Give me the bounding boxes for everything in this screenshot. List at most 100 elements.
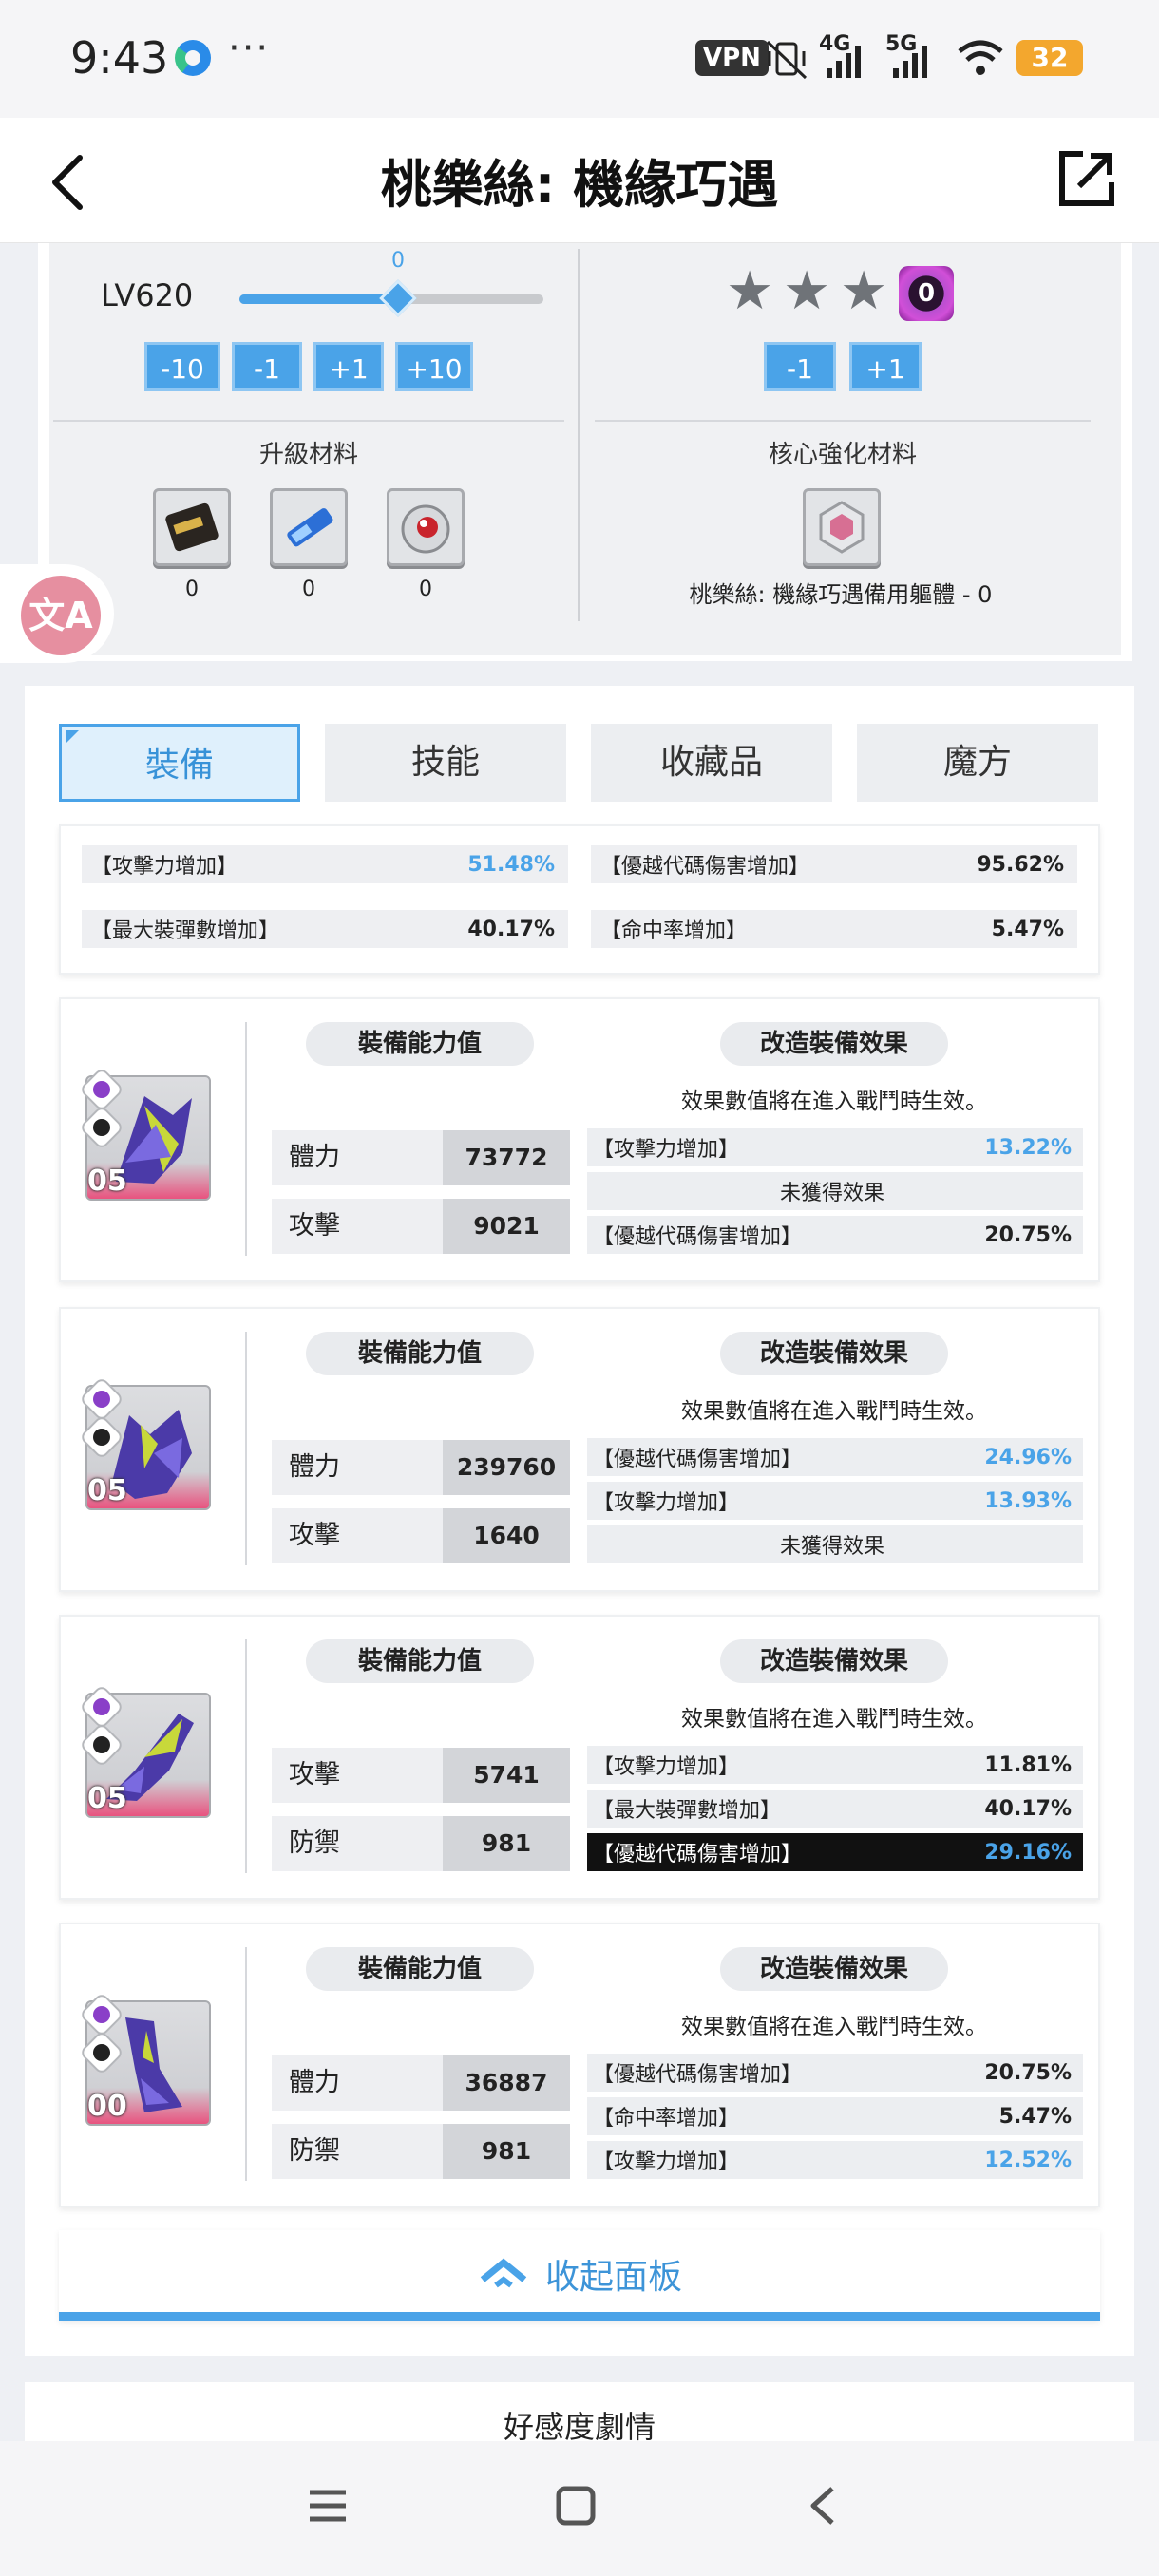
collapse-bar-underline [59, 2312, 1100, 2321]
ability-header: 裝備能力值 [306, 1639, 534, 1683]
ability-label: 攻擊 [272, 1748, 443, 1803]
core-star-icon: ★ [840, 260, 888, 322]
data-drive-material-icon[interactable] [270, 488, 348, 566]
tab-collectibles[interactable]: 收藏品 [591, 724, 832, 802]
effect-label: 【命中率增加】 [593, 2107, 740, 2131]
signal-5g-icon [893, 46, 927, 78]
tab-skills[interactable]: 技能 [325, 724, 566, 802]
translate-icon[interactable]: 文A [21, 576, 101, 655]
vpn-icon: VPN [695, 40, 769, 76]
tab-cube[interactable]: 魔方 [857, 724, 1098, 802]
effect-row-empty: 未獲得效果 [587, 1172, 1083, 1210]
level-minus-10-button[interactable]: -10 [144, 342, 220, 391]
ability-value: 36887 [443, 2055, 570, 2111]
upgrade-materials-title: 升級材料 [258, 441, 358, 469]
red-core-material-icon[interactable] [387, 488, 465, 566]
class-dot-icon [93, 1119, 110, 1136]
effect-row: 【攻擊力增加】 13.93% [587, 1482, 1083, 1520]
ability-value: 9021 [443, 1199, 570, 1254]
rarity-dot-icon [93, 1081, 110, 1098]
effect-value: 20.75% [984, 1222, 1072, 1247]
level-plus-10-button[interactable]: +10 [395, 342, 473, 391]
rarity-dot-icon [93, 1391, 110, 1408]
equipment-level: 05 [87, 1165, 127, 1198]
effect-header: 改造裝備效果 [720, 1022, 948, 1066]
effect-label: 【最大裝彈數增加】 [593, 1799, 782, 1823]
equipment-level: 05 [87, 1474, 127, 1507]
ability-value: 5741 [443, 1748, 570, 1803]
effect-row: 【優越代碼傷害增加】 20.75% [587, 2054, 1083, 2092]
effect-row: 【命中率增加】 5.47% [587, 2097, 1083, 2135]
effect-label: 【優越代碼傷害增加】 [593, 2063, 803, 2087]
status-time: 9:43 [70, 32, 169, 84]
wifi-icon [958, 40, 1003, 75]
ability-label: 防禦 [272, 2124, 443, 2179]
spare-body-icon[interactable] [803, 488, 881, 566]
divider [245, 1639, 247, 1873]
effect-label: 【攻擊力增加】 [593, 1491, 740, 1515]
page-title: 桃樂絲: 機緣巧遇 [380, 155, 779, 215]
effect-value: 13.22% [984, 1135, 1072, 1160]
effect-value: 13.93% [984, 1488, 1072, 1513]
system-back-button[interactable] [804, 2483, 842, 2529]
core-plus-1-button[interactable]: +1 [849, 342, 922, 391]
effect-row: 【優越代碼傷害增加】 20.75% [587, 1216, 1083, 1254]
summary-label: 【優越代碼傷害增加】 [600, 855, 810, 879]
ability-label: 攻擊 [272, 1199, 443, 1254]
material-count: 0 [185, 578, 199, 601]
summary-label: 【最大裝彈數增加】 [91, 919, 280, 943]
summary-value: 5.47% [991, 917, 1064, 941]
effect-label: 【攻擊力增加】 [593, 2150, 740, 2174]
more-notifications-icon: ··· [228, 27, 271, 70]
scroll-material-icon[interactable] [153, 488, 231, 566]
summary-label: 【命中率增加】 [600, 919, 748, 943]
class-dot-icon [93, 2044, 110, 2061]
effect-value: 12.52% [984, 2148, 1072, 2172]
ability-header: 裝備能力值 [306, 1947, 534, 1991]
effect-hint: 效果數值將在進入戰鬥時生效。 [681, 1399, 987, 1424]
effect-header: 改造裝備效果 [720, 1332, 948, 1375]
edge-browser-icon [175, 40, 211, 76]
effect-row: 【攻擊力增加】 12.52% [587, 2141, 1083, 2179]
summary-row: 【最大裝彈數增加】 40.17% [82, 910, 568, 948]
effect-row-empty: 未獲得效果 [587, 1525, 1083, 1563]
summary-value: 51.48% [467, 852, 555, 877]
ability-header: 裝備能力值 [306, 1022, 534, 1066]
effect-row: 【最大裝彈數增加】 40.17% [587, 1790, 1083, 1828]
home-button[interactable] [555, 2485, 597, 2527]
effect-value: 5.47% [998, 2104, 1072, 2129]
share-button[interactable] [1056, 148, 1117, 209]
effect-row: 【優越代碼傷害增加】 24.96% [587, 1438, 1083, 1476]
panel-edge-right [1121, 243, 1132, 661]
level-minus-1-button[interactable]: -1 [232, 342, 302, 391]
summary-value: 95.62% [977, 852, 1064, 877]
summary-row: 【優越代碼傷害增加】 95.62% [591, 845, 1077, 883]
battery-icon: 32 [1016, 40, 1083, 76]
class-dot-icon [93, 1429, 110, 1446]
level-label: LV620 [101, 277, 194, 313]
effect-value: 24.96% [984, 1445, 1072, 1469]
core-star-icon: ★ [783, 260, 831, 322]
effect-label: 【攻擊力增加】 [593, 1138, 740, 1162]
panel-divider [578, 249, 580, 621]
ability-label: 防禦 [272, 1816, 443, 1871]
material-count: 0 [419, 578, 432, 601]
ability-label: 體力 [272, 2055, 443, 2111]
divider [245, 1947, 247, 2181]
slider-value: 0 [391, 249, 405, 273]
summary-value: 40.17% [467, 917, 555, 941]
effect-label: 【優越代碼傷害增加】 [593, 1448, 803, 1471]
effect-row: 【攻擊力增加】 11.81% [587, 1746, 1083, 1784]
ability-value: 1640 [443, 1508, 570, 1563]
level-plus-1-button[interactable]: +1 [314, 342, 384, 391]
ability-value: 239760 [443, 1440, 570, 1495]
summary-label: 【攻擊力增加】 [91, 855, 238, 879]
equipment-level: 05 [87, 1782, 127, 1815]
effect-label: 未獲得效果 [779, 1182, 884, 1205]
core-minus-1-button[interactable]: -1 [764, 342, 836, 391]
effect-value: 29.16% [984, 1840, 1072, 1865]
ability-value: 73772 [443, 1130, 570, 1185]
recent-apps-button[interactable] [306, 2487, 350, 2525]
tab-equipment[interactable]: 裝備 [59, 724, 300, 802]
ability-label: 體力 [272, 1440, 443, 1495]
